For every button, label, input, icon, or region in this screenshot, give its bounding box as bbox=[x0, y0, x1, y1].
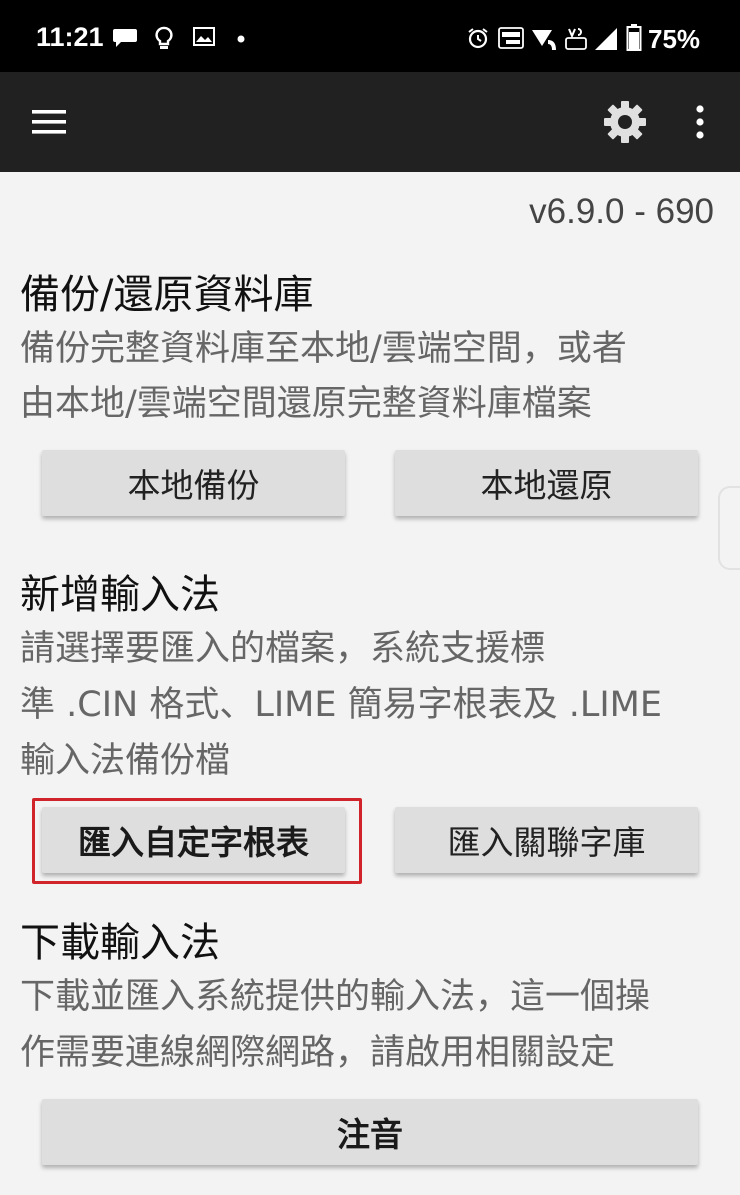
more-vert-icon bbox=[696, 105, 704, 139]
local-backup-button[interactable]: 本地備份 bbox=[42, 450, 345, 516]
add-im-section-title: 新增輸入法 bbox=[20, 572, 220, 618]
overflow-menu-button[interactable] bbox=[686, 102, 714, 142]
version-label: v6.9.0 - 690 bbox=[529, 192, 714, 231]
menu-icon bbox=[32, 110, 66, 134]
gear-icon bbox=[604, 101, 646, 143]
app-bar bbox=[0, 72, 740, 172]
lightbulb-icon bbox=[155, 26, 173, 49]
dot-icon bbox=[237, 35, 245, 43]
backup-section-title: 備份/還原資料庫 bbox=[20, 272, 314, 318]
add-im-description-line2: 準 .CIN 格式、LIME 簡易字根表及 .LIME bbox=[20, 685, 662, 725]
battery-icon bbox=[626, 24, 642, 51]
status-time: 11:21 bbox=[36, 22, 104, 52]
add-im-description-line3: 輸入法備份檔 bbox=[20, 741, 231, 781]
import-custom-table-button[interactable]: 匯入自定字根表 bbox=[42, 807, 345, 873]
backup-description-line2: 由本地/雲端空間還原完整資料庫檔案 bbox=[20, 384, 592, 424]
image-icon bbox=[193, 27, 215, 46]
volte-icon bbox=[565, 28, 587, 50]
local-restore-button[interactable]: 本地還原 bbox=[395, 450, 698, 516]
signal-icon bbox=[595, 28, 617, 50]
menu-button[interactable] bbox=[30, 106, 70, 138]
download-im-description-line2: 作需要連線網際網路，請啟用相關設定 bbox=[20, 1033, 616, 1073]
settings-button[interactable] bbox=[602, 99, 648, 145]
auto-hz-icon bbox=[498, 27, 524, 49]
import-related-dictionary-button[interactable]: 匯入關聯字庫 bbox=[395, 807, 698, 873]
wifi-calling-icon bbox=[532, 30, 556, 50]
edge-panel-handle[interactable] bbox=[718, 486, 740, 570]
download-im-description-line1: 下載並匯入系統提供的輸入法，這一個操 bbox=[20, 977, 651, 1017]
battery-percent: 75% bbox=[648, 24, 701, 54]
backup-description-line1: 備份完整資料庫至本地/雲端空間，或者 bbox=[20, 329, 627, 369]
chat-bubble-icon bbox=[113, 29, 137, 47]
zhuyin-download-button[interactable]: 注音 bbox=[42, 1099, 698, 1165]
add-im-description-line1: 請選擇要匯入的檔案，系統支援標 bbox=[20, 629, 546, 669]
status-bar: 11:21 75% bbox=[0, 0, 740, 72]
download-im-section-title: 下載輸入法 bbox=[20, 920, 220, 966]
alarm-icon bbox=[468, 28, 488, 49]
